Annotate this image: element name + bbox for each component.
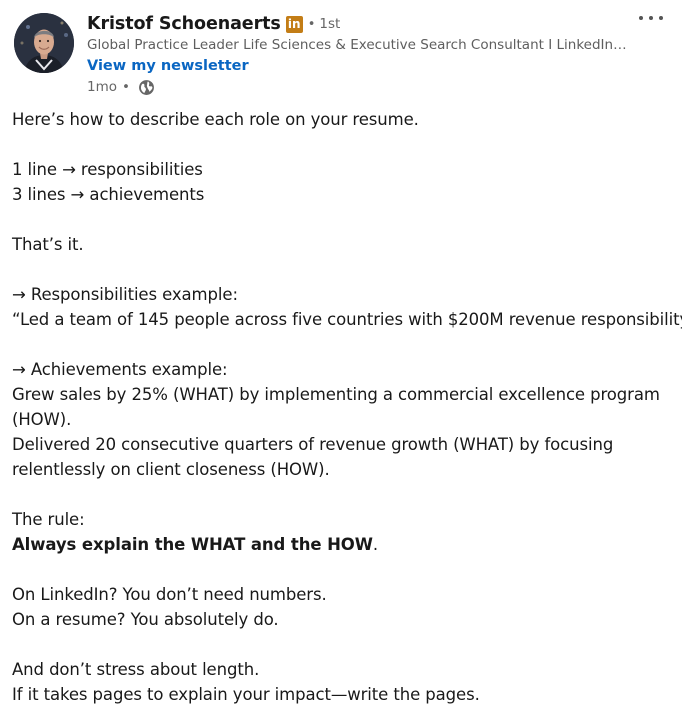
post-text: Here’s how to describe each role on your… xyxy=(12,107,682,707)
author-headline: Global Practice Leader Life Sciences & E… xyxy=(87,37,627,53)
post-line: Here’s how to describe each role on your… xyxy=(12,110,419,129)
author-name-row: Kristof Schoenaerts in • 1st xyxy=(87,12,340,36)
separator-dot: • xyxy=(307,16,316,32)
more-dot-icon xyxy=(659,16,663,20)
post-line: → Responsibilities example: xyxy=(12,285,238,304)
post-line: → Achievements example: xyxy=(12,360,228,379)
post-line: And don’t stress about length. xyxy=(12,660,260,679)
avatar-portrait xyxy=(14,13,74,73)
post-line: On a resume? You absolutely do. xyxy=(12,610,279,629)
post-meta: 1mo • xyxy=(87,77,155,97)
post-line xyxy=(12,482,672,507)
connection-degree: 1st xyxy=(319,16,341,32)
author-avatar[interactable] xyxy=(14,13,74,73)
post-line: (HOW). xyxy=(12,410,72,429)
post-line: 1 line → responsibilities xyxy=(12,160,203,179)
post-line xyxy=(12,632,672,657)
post-line: Delivered 20 consecutive quarters of rev… xyxy=(12,435,614,454)
post-line: If it takes pages to explain your impact… xyxy=(12,685,480,704)
linkedin-post: Kristof Schoenaerts in • 1st Global Prac… xyxy=(0,0,682,722)
post-line xyxy=(12,207,672,232)
post-rule-period: . xyxy=(372,535,378,554)
post-line: “Led a team of 145 people across five co… xyxy=(12,310,682,329)
meta-separator: • xyxy=(122,79,130,95)
post-line xyxy=(12,132,672,157)
more-dot-icon xyxy=(639,16,643,20)
post-line: Grew sales by 25% (WHAT) by implementing… xyxy=(12,385,660,404)
post-rule-line: Always explain the WHAT and the HOW. xyxy=(12,532,672,557)
more-dot-icon xyxy=(649,16,653,20)
post-line: The rule: xyxy=(12,510,85,529)
post-line xyxy=(12,332,672,357)
post-time: 1mo xyxy=(87,79,117,95)
post-line xyxy=(12,257,672,282)
post-line: relentlessly on client closeness (HOW). xyxy=(12,460,330,479)
view-newsletter-link[interactable]: View my newsletter xyxy=(87,56,249,76)
post-line: 3 lines → achievements xyxy=(12,185,205,204)
globe-icon xyxy=(138,79,155,96)
author-name[interactable]: Kristof Schoenaerts xyxy=(87,14,281,34)
linkedin-premium-badge-icon: in xyxy=(285,15,303,33)
more-options-button[interactable] xyxy=(638,8,664,28)
post-line: On LinkedIn? You don’t need numbers. xyxy=(12,585,327,604)
post-line: That’s it. xyxy=(12,235,84,254)
post-rule-bold: Always explain the WHAT and the HOW xyxy=(12,535,373,554)
post-line xyxy=(12,557,672,582)
